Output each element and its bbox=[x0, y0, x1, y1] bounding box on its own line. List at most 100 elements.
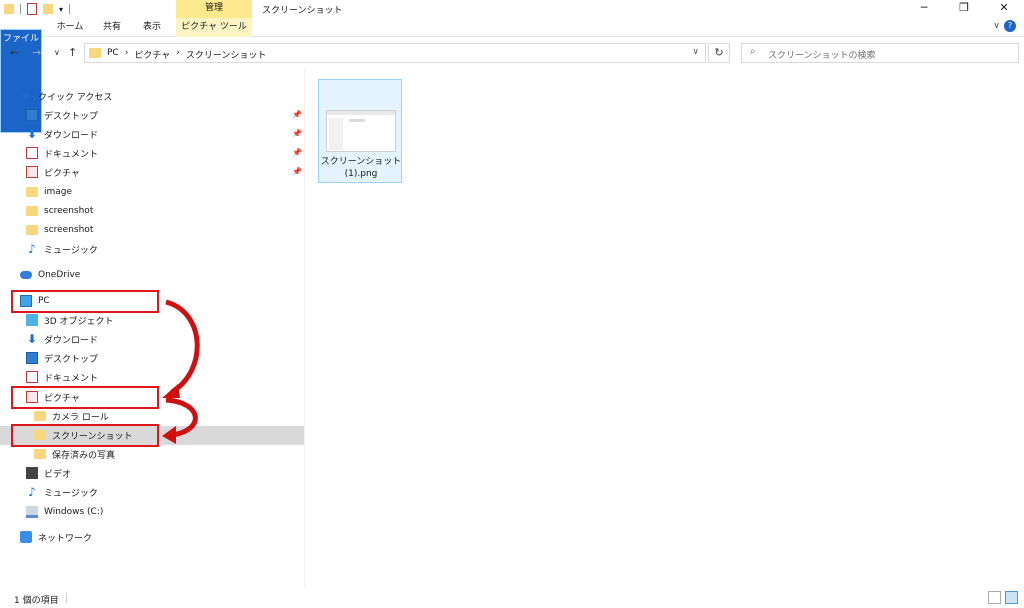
back-button[interactable]: ← bbox=[10, 46, 19, 59]
desktop-icon bbox=[26, 109, 38, 121]
video-icon bbox=[26, 467, 38, 479]
refresh-button[interactable]: ↻ bbox=[708, 43, 730, 63]
status-separator bbox=[66, 593, 67, 603]
view-switcher bbox=[988, 591, 1018, 604]
tab-home[interactable]: ホーム bbox=[50, 18, 90, 37]
thumbnail-detail bbox=[327, 111, 395, 115]
sidebar-item-videos[interactable]: ビデオ bbox=[26, 464, 71, 482]
ribbon-tabs: ファイル ホーム 共有 表示 ピクチャ ツール ∨ ? bbox=[0, 18, 1024, 133]
help-icon[interactable]: ? bbox=[1004, 20, 1016, 32]
large-icons-view-icon[interactable] bbox=[1005, 591, 1018, 604]
sidebar-item-screenshot[interactable]: screenshot bbox=[26, 221, 93, 239]
cloud-icon bbox=[20, 271, 32, 279]
tab-share[interactable]: 共有 bbox=[94, 18, 130, 37]
download-icon: ⬇ bbox=[26, 332, 38, 346]
tab-picture-tools[interactable]: ピクチャ ツール bbox=[176, 18, 252, 37]
forward-button[interactable]: → bbox=[32, 46, 41, 59]
sidebar-item-label: ミュージック bbox=[44, 488, 98, 499]
breadcrumb-separator[interactable]: › bbox=[125, 48, 129, 61]
file-list: スクリーンショット (1).png bbox=[305, 68, 1024, 588]
sidebar-item-label: ミュージック bbox=[44, 245, 98, 256]
music-icon: ♪ bbox=[28, 242, 36, 256]
sidebar-item-label: ドキュメント bbox=[44, 373, 99, 384]
documents-icon bbox=[26, 147, 38, 159]
star-icon: ★ bbox=[21, 89, 31, 102]
folder-icon bbox=[26, 187, 38, 197]
recent-locations-button[interactable]: ∨ bbox=[54, 48, 60, 57]
properties-icon[interactable] bbox=[27, 3, 37, 15]
up-button[interactable]: ↑ bbox=[68, 46, 77, 59]
customize-toolbar-icon[interactable]: ▾ bbox=[59, 5, 63, 14]
desktop-icon bbox=[26, 352, 38, 364]
pin-icon[interactable]: 📌 bbox=[292, 167, 302, 176]
breadcrumb-pc[interactable]: PC bbox=[107, 48, 119, 61]
sidebar-item-camera-roll[interactable]: カメラ ロール bbox=[34, 407, 109, 425]
status-bar: 1 個の項目 bbox=[0, 588, 1024, 608]
folder-icon bbox=[26, 225, 38, 235]
tab-view[interactable]: 表示 bbox=[134, 18, 170, 37]
sidebar-item-label: 保存済みの写真 bbox=[52, 450, 116, 461]
sidebar-item-label: screenshot bbox=[44, 206, 94, 216]
close-button[interactable]: ✕ bbox=[984, 0, 1024, 18]
sidebar-item-image[interactable]: image bbox=[26, 183, 72, 201]
folder-icon bbox=[26, 206, 38, 216]
restore-button[interactable]: ❐ bbox=[944, 0, 984, 18]
sidebar-item-label: Windows (C:) bbox=[44, 507, 104, 517]
sidebar-item-label: screenshot bbox=[44, 225, 94, 235]
context-tab-manage[interactable]: 管理 bbox=[176, 0, 252, 18]
sidebar-item-network[interactable]: ネットワーク bbox=[20, 528, 92, 546]
highlight-box-pc bbox=[11, 290, 159, 313]
sidebar-item-desktop[interactable]: デスクトップ bbox=[26, 349, 98, 367]
navigation-bar: ← → ∨ ↑ PC › ピクチャ › スクリーンショット ∨ ↻ ⌕ スクリー… bbox=[0, 38, 1024, 68]
drive-icon bbox=[26, 506, 38, 518]
pictures-icon bbox=[26, 166, 38, 178]
network-icon bbox=[20, 531, 32, 543]
highlight-box-pictures bbox=[11, 386, 159, 409]
address-dropdown-icon[interactable]: ∨ bbox=[692, 47, 699, 57]
sidebar-item-desktop[interactable]: デスクトップ bbox=[26, 106, 98, 124]
sidebar-item-label: デスクトップ bbox=[44, 111, 99, 122]
sidebar-item-documents[interactable]: ドキュメント bbox=[26, 368, 98, 386]
sidebar-item-label: ダウンロード bbox=[44, 130, 99, 141]
minimize-button[interactable]: ─ bbox=[904, 0, 944, 18]
pin-icon[interactable]: 📌 bbox=[292, 110, 302, 119]
sidebar-item-label: ダウンロード bbox=[44, 335, 99, 346]
sidebar-item-drive-c[interactable]: Windows (C:) bbox=[26, 503, 103, 521]
details-view-icon[interactable] bbox=[988, 591, 1001, 604]
annotation-arrows bbox=[162, 299, 200, 444]
sidebar-item-pictures[interactable]: ピクチャ bbox=[26, 163, 80, 181]
pin-icon[interactable]: 📌 bbox=[292, 148, 302, 157]
ribbon-collapse-icon[interactable]: ∨ bbox=[993, 21, 1000, 31]
file-name-line: (1).png bbox=[344, 169, 378, 179]
arrowhead bbox=[162, 426, 176, 444]
sidebar-item-3d-objects[interactable]: 3D オブジェクト bbox=[26, 311, 114, 329]
breadcrumb-pictures[interactable]: ピクチャ bbox=[134, 48, 170, 61]
arrow-pictures-to-screenshots bbox=[165, 397, 198, 438]
sidebar-item-label: ビデオ bbox=[44, 469, 72, 480]
sidebar-item-downloads[interactable]: ⬇ ダウンロード bbox=[26, 125, 98, 143]
search-icon: ⌕ bbox=[750, 46, 756, 57]
new-folder-icon[interactable] bbox=[43, 4, 53, 14]
sidebar-item-documents[interactable]: ドキュメント bbox=[26, 144, 98, 162]
sidebar-item-screenshot[interactable]: screenshot bbox=[26, 202, 93, 220]
sidebar-item-label: OneDrive bbox=[38, 270, 81, 280]
sidebar-item-downloads[interactable]: ⬇ ダウンロード bbox=[26, 330, 98, 348]
breadcrumb-separator[interactable]: › bbox=[176, 48, 180, 61]
file-name: スクリーンショット (1).png bbox=[319, 156, 403, 180]
file-thumbnail bbox=[326, 110, 396, 152]
folder-icon bbox=[34, 411, 46, 421]
sidebar-item-music[interactable]: ♪ ミュージック bbox=[26, 240, 98, 258]
file-item[interactable]: スクリーンショット (1).png bbox=[318, 79, 402, 183]
sidebar-item-quick-access[interactable]: ★ クイック アクセス bbox=[20, 87, 112, 105]
search-input[interactable]: スクリーンショットの検索 bbox=[768, 48, 876, 61]
breadcrumb-screenshots[interactable]: スクリーンショット bbox=[186, 48, 267, 61]
item-count: 1 個の項目 bbox=[14, 596, 59, 606]
sidebar-item-music[interactable]: ♪ ミュージック bbox=[26, 483, 98, 501]
highlight-box-screenshots bbox=[11, 424, 159, 447]
toolbar-separator bbox=[20, 4, 21, 14]
pin-icon[interactable]: 📌 bbox=[292, 129, 302, 138]
sidebar-item-saved-pictures[interactable]: 保存済みの写真 bbox=[34, 445, 115, 463]
search-box[interactable]: ⌕ スクリーンショットの検索 bbox=[741, 43, 1019, 63]
address-bar[interactable]: PC › ピクチャ › スクリーンショット ∨ bbox=[84, 43, 706, 63]
sidebar-item-onedrive[interactable]: OneDrive bbox=[20, 266, 80, 284]
